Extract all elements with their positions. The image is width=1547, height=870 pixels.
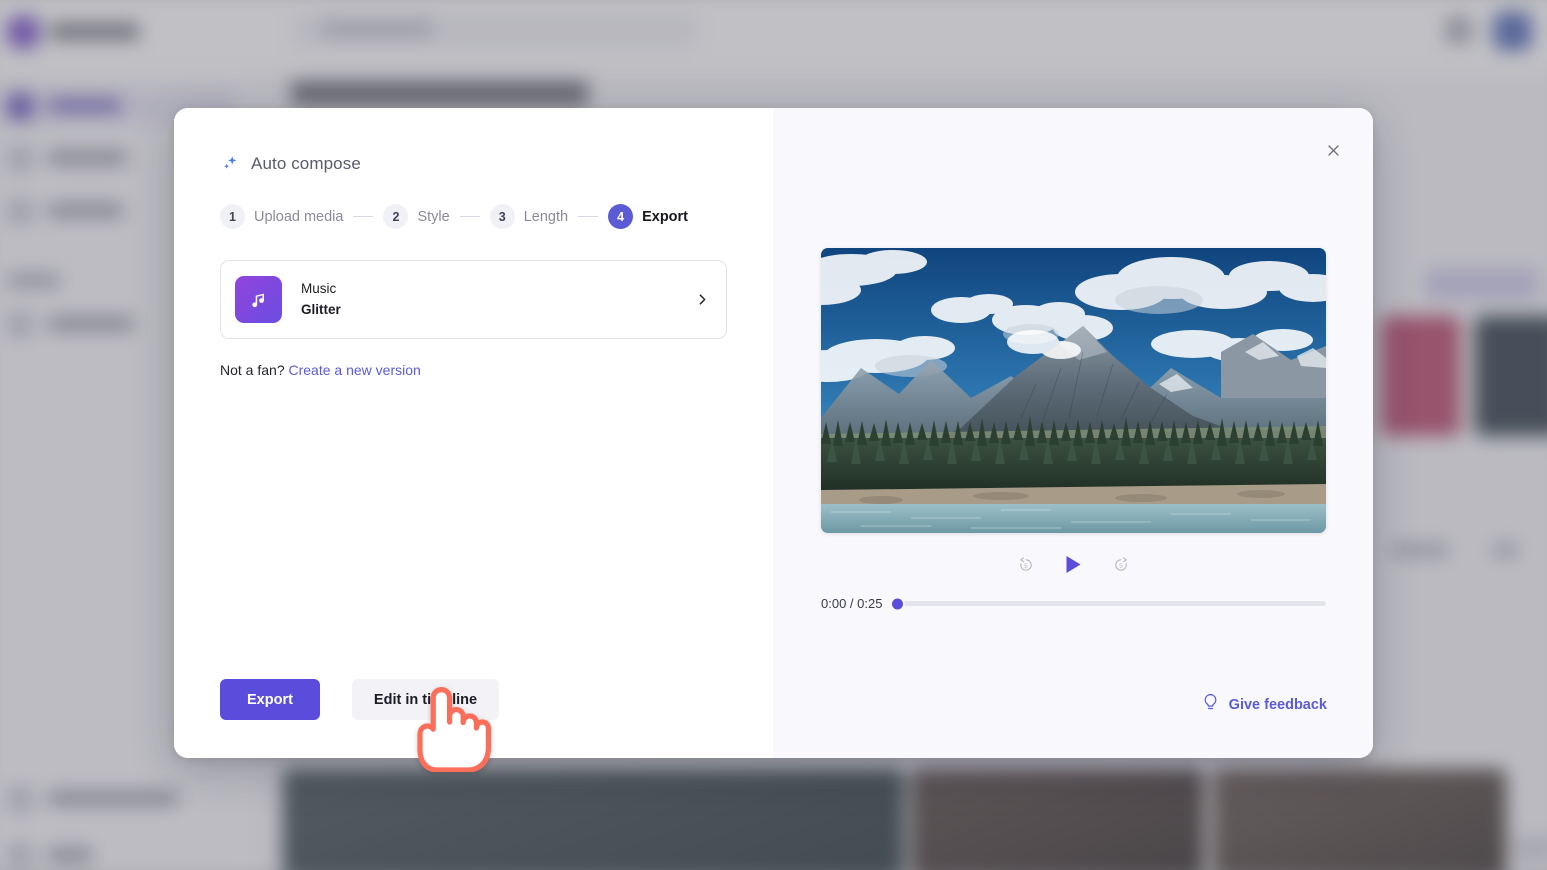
dialog-right-pane: 5 5 0:00 / 0:25 xyxy=(773,108,1373,758)
rewind-5-icon[interactable]: 5 xyxy=(1013,552,1039,578)
step-label: Upload media xyxy=(254,209,343,225)
not-a-fan-row: Not a fan? Create a new version xyxy=(220,362,727,378)
progress-slider-thumb[interactable] xyxy=(890,596,905,611)
export-button[interactable]: Export xyxy=(220,679,320,720)
step-separator xyxy=(353,216,373,218)
sparkle-icon xyxy=(220,154,240,174)
svg-text:5: 5 xyxy=(1119,562,1123,569)
dialog-footer-buttons: Export Edit in timeline xyxy=(220,679,499,720)
play-icon[interactable] xyxy=(1061,551,1086,578)
give-feedback-label: Give feedback xyxy=(1229,697,1327,713)
playback-scrubber-row: 0:00 / 0:25 xyxy=(821,596,1326,611)
step-indicator: 1 Upload media 2 Style 3 Length 4 Export xyxy=(220,204,727,229)
not-a-fan-text: Not a fan? xyxy=(220,362,285,378)
step-upload-media[interactable]: 1 Upload media xyxy=(220,204,343,229)
step-label: Style xyxy=(417,209,449,225)
music-note-icon xyxy=(235,276,282,323)
step-label: Length xyxy=(524,209,568,225)
forward-5-icon[interactable]: 5 xyxy=(1108,552,1134,578)
create-new-version-link[interactable]: Create a new version xyxy=(289,362,421,378)
step-length[interactable]: 3 Length xyxy=(490,204,568,229)
step-separator xyxy=(578,216,598,218)
auto-compose-dialog: Auto compose 1 Upload media 2 Style 3 Le… xyxy=(174,108,1373,758)
step-export[interactable]: 4 Export xyxy=(608,204,688,229)
edit-in-timeline-button[interactable]: Edit in timeline xyxy=(352,679,499,720)
music-card-meta: Music Glitter xyxy=(301,279,696,321)
step-style[interactable]: 2 Style xyxy=(383,204,449,229)
music-card[interactable]: Music Glitter xyxy=(220,260,727,339)
step-number: 1 xyxy=(220,204,245,229)
progress-slider[interactable] xyxy=(894,601,1326,606)
svg-text:5: 5 xyxy=(1024,562,1028,569)
player-controls: 5 5 xyxy=(773,551,1373,578)
music-card-name: Glitter xyxy=(301,300,696,321)
page-title: Auto compose xyxy=(251,154,361,174)
music-card-kind: Music xyxy=(301,279,696,300)
step-label: Export xyxy=(642,209,688,225)
video-preview-frame xyxy=(821,248,1326,533)
chevron-right-icon[interactable] xyxy=(696,293,709,306)
step-separator xyxy=(460,216,480,218)
step-number: 4 xyxy=(608,204,633,229)
time-display: 0:00 / 0:25 xyxy=(821,596,882,611)
give-feedback-button[interactable]: Give feedback xyxy=(1202,693,1327,716)
lightbulb-icon xyxy=(1202,693,1219,716)
close-icon[interactable] xyxy=(1319,136,1347,164)
dialog-header: Auto compose xyxy=(220,154,727,174)
step-number: 2 xyxy=(383,204,408,229)
dialog-left-pane: Auto compose 1 Upload media 2 Style 3 Le… xyxy=(174,108,773,758)
video-preview[interactable] xyxy=(821,248,1326,533)
step-number: 3 xyxy=(490,204,515,229)
